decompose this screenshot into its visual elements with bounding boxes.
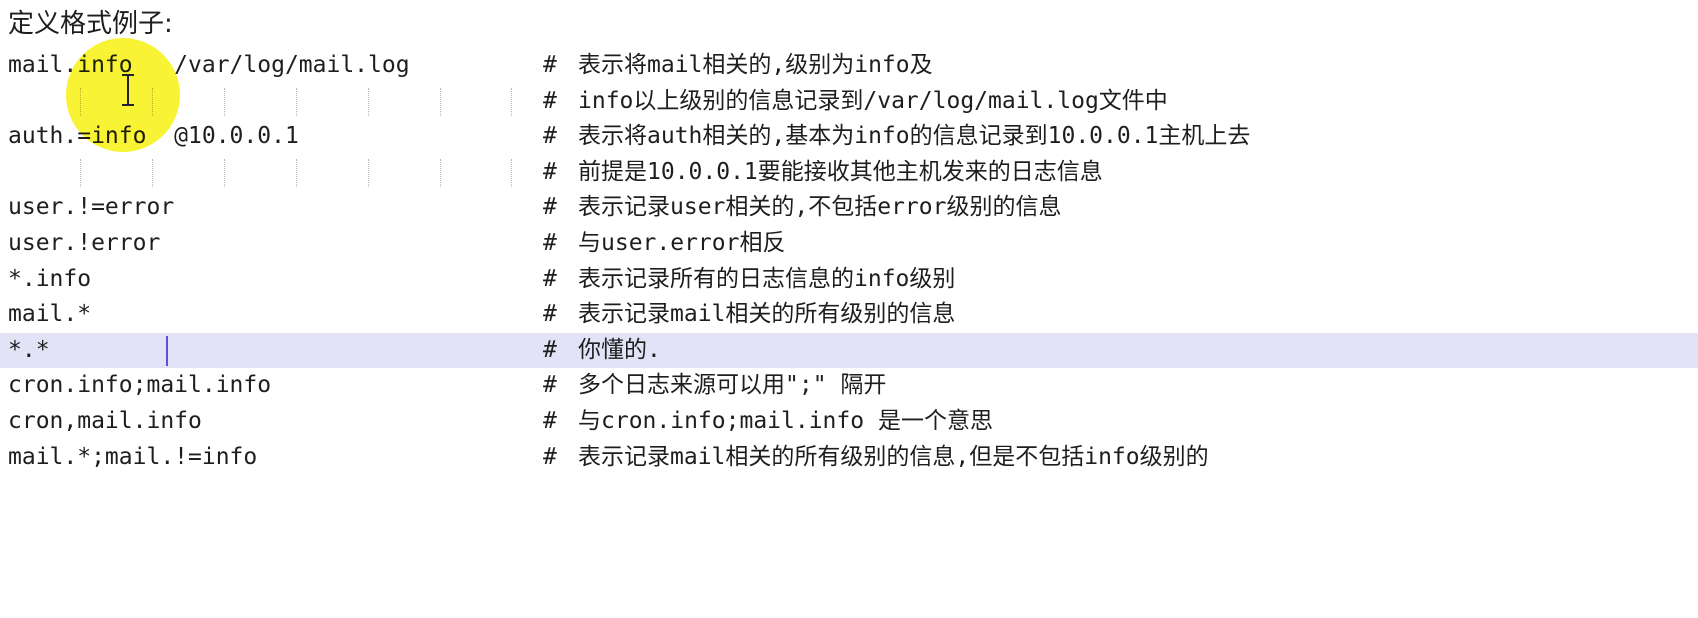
code-line[interactable]: *.info # 表示记录所有的日志信息的info级别 xyxy=(0,262,1698,298)
indent-guide xyxy=(368,158,369,187)
code-line[interactable]: # 前提是10.0.0.1要能接收其他主机发来的日志信息 xyxy=(0,155,1698,191)
selector-action: *.* xyxy=(8,336,50,363)
comment-text: 表示记录user相关的,不包括error级别的信息 xyxy=(578,194,1062,221)
current-code-line[interactable]: *.* # 你懂的. xyxy=(0,332,1698,369)
comment-text: 与user.error相反 xyxy=(578,229,786,256)
comment-text: 与cron.info;mail.info 是一个意思 xyxy=(578,407,993,434)
code-line[interactable]: auth.=info @10.0.0.1 # 表示将auth相关的,基本为inf… xyxy=(0,119,1698,155)
comment-marker: # xyxy=(543,123,557,150)
code-line[interactable]: mail.info /var/log/mail.log # 表示将mail相关的… xyxy=(0,48,1698,84)
comment-marker: # xyxy=(543,336,557,363)
code-line[interactable]: user.!=error # 表示记录user相关的,不包括error级别的信息 xyxy=(0,190,1698,226)
indent-guide xyxy=(224,87,225,116)
indent-guide xyxy=(296,87,297,116)
comment-marker: # xyxy=(543,87,557,114)
comment-text: info以上级别的信息记录到/var/log/mail.log文件中 xyxy=(578,87,1168,114)
indent-guide xyxy=(511,158,512,187)
comment-marker: # xyxy=(543,372,557,399)
comment-marker: # xyxy=(543,158,557,185)
comment-text: 表示将mail相关的,级别为info及 xyxy=(578,52,933,78)
comment-marker: # xyxy=(543,229,557,256)
comment-marker: # xyxy=(543,265,557,292)
comment-text: 多个日志来源可以用";" 隔开 xyxy=(578,372,887,399)
code-line[interactable]: user.!error # 与user.error相反 xyxy=(0,226,1698,262)
code-line[interactable]: cron.info;mail.info # 多个日志来源可以用";" 隔开 xyxy=(0,368,1698,404)
ibeam-cursor-icon xyxy=(122,74,134,106)
selector-action: mail.* xyxy=(8,301,92,328)
comment-text: 表示将auth相关的,基本为info的信息记录到10.0.0.1主机上去 xyxy=(578,123,1251,150)
section-heading: 定义格式例子: xyxy=(8,9,173,39)
indent-guide xyxy=(152,158,153,187)
selector-action: cron.info;mail.info xyxy=(8,372,272,399)
code-lines[interactable]: mail.info /var/log/mail.log # 表示将mail相关的… xyxy=(0,48,1698,475)
comment-marker: # xyxy=(543,443,557,470)
comment-text: 表示记录所有的日志信息的info级别 xyxy=(578,265,956,292)
indent-guide xyxy=(368,87,369,116)
code-line[interactable]: mail.* # 表示记录mail相关的所有级别的信息 xyxy=(0,297,1698,333)
text-editor[interactable]: 定义格式例子: mail.info /var/log/mail.log # 表示… xyxy=(0,0,1698,512)
selector-action: user.!error xyxy=(8,229,161,256)
comment-text: 表示记录mail相关的所有级别的信息,但是不包括info级别的 xyxy=(578,443,1209,470)
selector-action: user.!=error xyxy=(8,194,175,221)
code-line[interactable]: mail.*;mail.!=info # 表示记录mail相关的所有级别的信息,… xyxy=(0,440,1698,476)
comment-marker: # xyxy=(543,407,557,434)
text-caret xyxy=(166,335,168,366)
code-line[interactable]: # info以上级别的信息记录到/var/log/mail.log文件中 xyxy=(0,84,1698,120)
code-line[interactable]: cron,mail.info # 与cron.info;mail.info 是一… xyxy=(0,404,1698,440)
comment-text: 表示记录mail相关的所有级别的信息 xyxy=(578,301,956,328)
indent-guide xyxy=(224,158,225,187)
comment-marker: # xyxy=(543,52,557,78)
indent-guide xyxy=(296,158,297,187)
comment-text: 你懂的. xyxy=(578,336,661,363)
comment-text: 前提是10.0.0.1要能接收其他主机发来的日志信息 xyxy=(578,158,1103,185)
indent-guide xyxy=(80,158,81,187)
comment-marker: # xyxy=(543,301,557,328)
comment-marker: # xyxy=(543,194,557,221)
indent-guide xyxy=(440,87,441,116)
indent-guide xyxy=(440,158,441,187)
selector-action: *.info xyxy=(8,265,92,292)
selector-action: cron,mail.info xyxy=(8,407,202,434)
selector-action: mail.*;mail.!=info xyxy=(8,443,258,470)
indent-guide xyxy=(511,87,512,116)
